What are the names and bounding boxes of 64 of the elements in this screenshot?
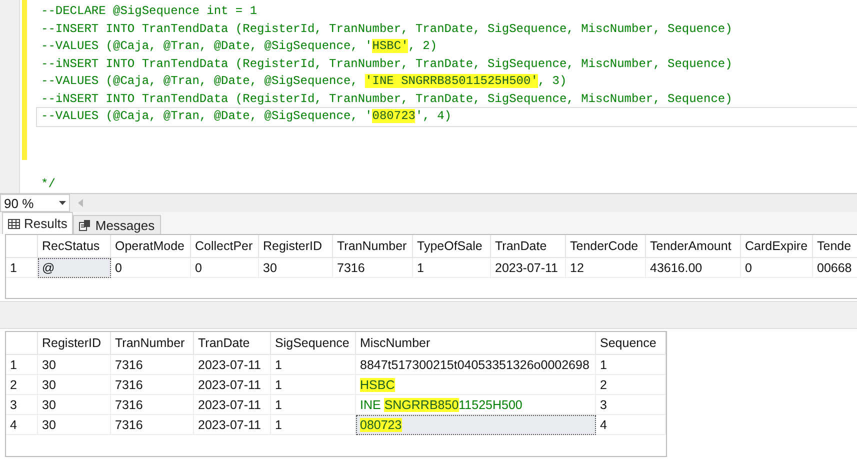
table-cell: 7316 xyxy=(110,414,194,434)
table-cell: 0 xyxy=(740,258,812,278)
code-text: --VALUES (@Caja, @Tran, @Date, @SigSequence, ' xyxy=(41,109,372,123)
table-cell: 8847t517300215t04053351326o0002698 xyxy=(356,354,596,374)
table-cell: 43616.00 xyxy=(646,258,740,278)
table-cell: 1 xyxy=(412,258,490,278)
table-cell: 0 xyxy=(190,258,258,278)
table-cell: 30 xyxy=(38,374,110,394)
code-text: ', 4) xyxy=(415,109,452,123)
zoom-dropdown[interactable]: 90 % xyxy=(0,194,70,212)
caret-icon xyxy=(59,201,66,205)
table-cell: 1 xyxy=(270,374,356,394)
table-cell: 2 xyxy=(596,374,666,394)
table-cell: 30 xyxy=(38,394,110,414)
row-number: 3 xyxy=(6,394,38,414)
highlighted-text: 'INE SNGRRB85011525H500' xyxy=(365,74,538,88)
table-cell: 2023-07-11 xyxy=(194,354,270,374)
grid-icon xyxy=(8,218,20,228)
code-text: INE xyxy=(360,398,382,412)
code-text: 11525H500 xyxy=(458,398,522,412)
table-cell: 30 xyxy=(38,414,110,434)
table-cell: 2023-07-11 xyxy=(194,414,270,434)
table-cell: 4 xyxy=(596,414,666,434)
table-cell: 2023-07-11 xyxy=(194,394,270,414)
table-cell: @ xyxy=(38,258,110,278)
highlighted-text: 080723 xyxy=(360,418,402,432)
splitter-bar[interactable] xyxy=(0,301,857,329)
table-cell: 1 xyxy=(596,354,666,374)
table-cell: 7316 xyxy=(110,354,194,374)
table-cell: 7316 xyxy=(110,394,194,414)
table-cell: 1 xyxy=(270,354,356,374)
code-text: --iNSERT INTO TranTendData (RegisterId, TranNumber, TranDate, SigSequence, MiscNumber, Sequence) xyxy=(41,56,732,70)
code-text: --VALUES (@Caja, @Tran, @Date, @SigSequence, xyxy=(41,74,359,88)
highlighted-text: SNGRRB850 xyxy=(384,398,459,412)
table-cell: 0 xyxy=(110,258,190,278)
table-cell: 00668 xyxy=(812,258,857,278)
table-cell: 30 xyxy=(258,258,332,278)
code-text: --VALUES (@Caja, @Tran, @Date, @SigSequence, ' xyxy=(41,39,372,53)
highlighted-text: HSBC xyxy=(360,378,395,392)
code-text: , 3) xyxy=(538,74,567,88)
result-tab[interactable]: Results xyxy=(2,212,74,234)
code-text: --INSERT INTO TranTendData (RegisterId, TranNumber, TranDate, SigSequence, MiscNumber, Sequence) xyxy=(41,22,732,36)
code-text: --DECLARE @SigSequence int = 1 xyxy=(41,4,258,18)
table-cell: 2023-07-11 xyxy=(194,374,270,394)
result-tab[interactable]: Messages xyxy=(73,215,161,234)
code-text: */ xyxy=(41,176,56,190)
code-text: , 2) xyxy=(408,39,438,53)
highlighted-text: 080723 xyxy=(372,109,416,123)
table-cell: 1 xyxy=(270,394,356,414)
table-cell: 7316 xyxy=(332,258,412,278)
table-cell: 12 xyxy=(566,258,646,278)
document-icon xyxy=(79,220,92,230)
table-cell: 3 xyxy=(596,394,666,414)
row-number: 2 xyxy=(6,374,38,394)
highlighted-text: HSBC' xyxy=(372,39,408,53)
table-cell: 2023-07-11 xyxy=(490,258,566,278)
code-text: --iNSERT INTO TranTendData (RegisterId, TranNumber, TranDate, SigSequence, MiscNumber, Sequence) xyxy=(41,92,732,106)
table-cell: 1 xyxy=(270,414,356,434)
row-number: 1 xyxy=(6,354,38,374)
row-number: 4 xyxy=(6,414,38,434)
row-number: 1 xyxy=(6,258,38,278)
table-cell: 30 xyxy=(38,354,110,374)
scroll-left-icon[interactable] xyxy=(78,199,83,207)
table-cell: 7316 xyxy=(110,374,194,394)
